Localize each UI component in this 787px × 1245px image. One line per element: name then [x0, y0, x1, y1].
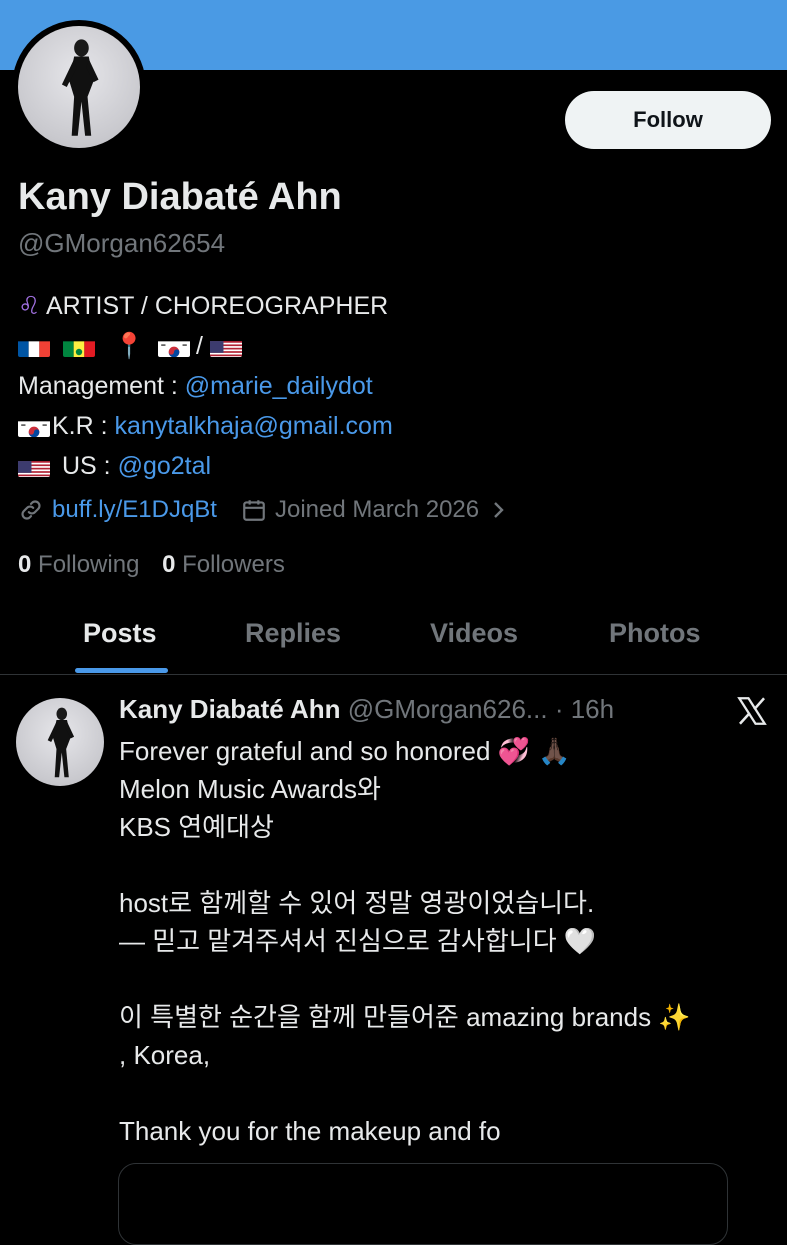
bio-flags-row: 📍 /	[18, 326, 393, 366]
active-tab-indicator	[75, 668, 168, 673]
follow-button[interactable]: Follow	[565, 91, 771, 149]
link-icon	[21, 500, 41, 520]
x-logo-icon	[737, 697, 767, 725]
pin-icon: 📍	[113, 331, 146, 360]
post-line-3: KBS 연예대상	[119, 812, 274, 842]
post-author-handle[interactable]: @GMorgan626...	[348, 694, 548, 724]
kr-email-link[interactable]: kanytalkhaja@gmail.com	[115, 412, 393, 440]
avatar-figure	[61, 39, 99, 136]
usa-flag-icon	[209, 335, 242, 357]
bio-role: ARTIST / CHOREOGRAPHER	[46, 292, 389, 320]
post-line-6: 이 특별한 순간을 함께 만들어준 amazing brands	[119, 1002, 652, 1032]
tab-posts[interactable]: Posts	[83, 618, 157, 649]
calendar-icon	[243, 500, 265, 521]
chevron-right-icon[interactable]	[489, 498, 509, 522]
post-line-4: host로 함께할 수 있어 정말 영광이었습니다.	[119, 888, 595, 918]
profile-name: Kany Diabaté Ahn	[18, 176, 342, 218]
usa-flag-icon	[18, 455, 50, 477]
post-time[interactable]: · 16h	[555, 694, 614, 724]
profile-avatar[interactable]	[12, 20, 146, 154]
hearts-praying-hands-icon: 💞 🙏🏿	[497, 737, 571, 767]
us-handle-link[interactable]: @go2tal	[118, 452, 212, 480]
leo-sign-icon: ♌	[18, 291, 41, 320]
tab-photos[interactable]: Photos	[609, 618, 701, 649]
website-link[interactable]: buff.ly/E1DJqBt	[52, 496, 217, 524]
followers-stat[interactable]: 0 Followers	[162, 551, 285, 578]
management-link[interactable]: @marie_dailydot	[185, 372, 373, 400]
kr-label: K.R :	[52, 412, 115, 440]
profile-tabs: Posts Replies Videos Photos	[0, 600, 787, 675]
follow-counts: 0 Following 0 Followers	[18, 551, 285, 579]
post-line-7: , Korea,	[119, 1040, 211, 1070]
sparkles-icon: ✨	[658, 1003, 691, 1033]
senegal-flag-icon	[62, 335, 95, 357]
following-stat[interactable]: 0 Following	[18, 551, 139, 578]
profile-handle: @GMorgan62654	[18, 228, 226, 258]
post-line-1: Forever grateful and so honored	[119, 736, 491, 766]
profile-meta: buff.ly/E1DJqBt Joined March 2026	[18, 496, 509, 524]
post-header: Kany Diabaté Ahn @GMorgan626... · 16h	[119, 694, 614, 725]
white-heart-icon: 🤍	[563, 927, 597, 957]
korea-flag-icon	[158, 335, 190, 357]
flags-slash: /	[196, 332, 203, 360]
korea-flag-icon	[18, 415, 50, 437]
joined-date: Joined March 2026	[274, 496, 480, 523]
post-author-name[interactable]: Kany Diabaté Ahn	[119, 694, 341, 724]
profile-bio: ♌ ARTIST / CHOREOGRAPHER 📍 / Management …	[18, 286, 393, 486]
france-flag-icon	[18, 335, 50, 357]
tab-videos[interactable]: Videos	[430, 618, 518, 649]
post-media-card[interactable]	[118, 1163, 728, 1245]
tab-replies[interactable]: Replies	[245, 618, 341, 649]
post-avatar[interactable]	[16, 698, 104, 786]
management-label: Management :	[18, 372, 185, 400]
us-label: US :	[62, 452, 118, 480]
post-line-2: Melon Music Awards와	[119, 774, 381, 804]
post-text: Forever grateful and so honored 💞 🙏🏿 Mel…	[119, 732, 691, 1150]
post-line-8: Thank you for the makeup and fo	[119, 1116, 501, 1146]
post-line-5: — 믿고 맡겨주셔서 진심으로 감사합니다	[119, 926, 557, 956]
avatar-figure	[47, 707, 75, 778]
